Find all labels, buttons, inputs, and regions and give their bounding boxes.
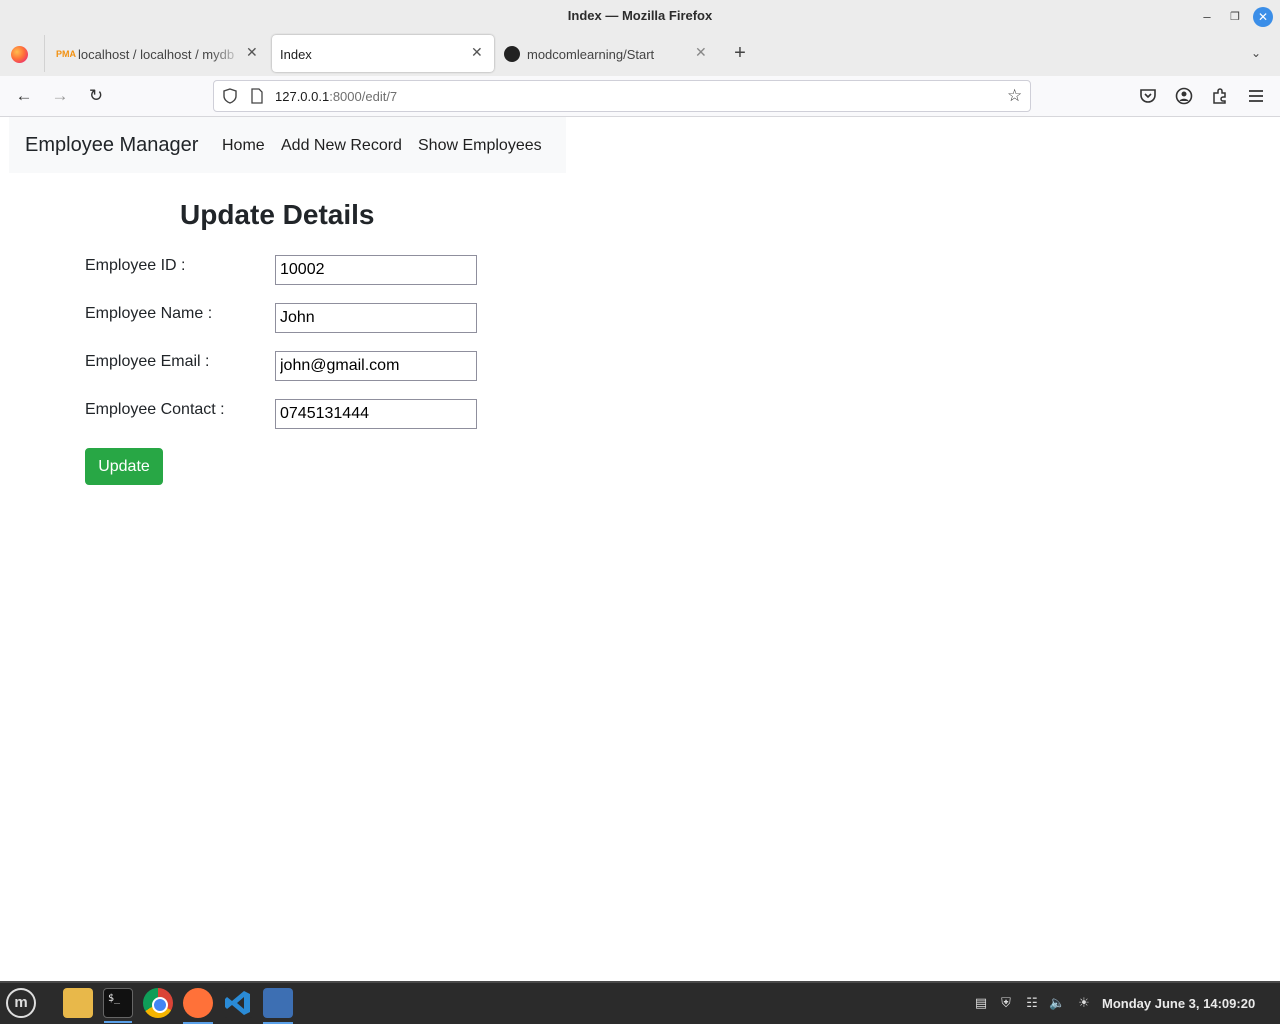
nav-link-home[interactable]: Home xyxy=(222,137,265,155)
employee-id-label: Employee ID : xyxy=(85,257,186,274)
new-tab-button[interactable]: + xyxy=(731,43,749,63)
clipboard-icon[interactable]: ▤ xyxy=(973,995,989,1011)
back-icon[interactable]: ← xyxy=(13,85,35,107)
screenshot-icon[interactable] xyxy=(263,988,293,1024)
employee-name-label: Employee Name : xyxy=(85,305,213,322)
tab-close-icon[interactable]: ✕ xyxy=(471,44,483,61)
tab-label: localhost / localhost / mydb xyxy=(78,47,235,62)
maximize-icon[interactable]: ❐ xyxy=(1225,7,1245,27)
tab-label: Index xyxy=(280,47,312,62)
shield-icon[interactable] xyxy=(222,88,238,104)
url-text[interactable]: 127.0.0.1:8000/edit/7 xyxy=(275,89,397,104)
tab-close-icon[interactable]: ✕ xyxy=(246,44,258,61)
close-window-icon[interactable]: ✕ xyxy=(1253,7,1273,27)
window-title: Index — Mozilla Firefox xyxy=(567,8,713,23)
pocket-icon[interactable] xyxy=(1138,86,1158,106)
update-button[interactable]: Update xyxy=(85,448,163,485)
employee-email-input[interactable] xyxy=(275,351,477,381)
employee-id-input[interactable] xyxy=(275,255,477,285)
navbar-brand[interactable]: Employee Manager xyxy=(25,134,198,157)
reload-icon[interactable]: ↻ xyxy=(85,85,107,107)
tab-close-icon[interactable]: ✕ xyxy=(695,44,707,61)
chrome-icon[interactable] xyxy=(143,988,173,1018)
employee-name-input[interactable] xyxy=(275,303,477,333)
brightness-icon[interactable]: ☀ xyxy=(1076,995,1092,1011)
address-bar[interactable]: 127.0.0.1:8000/edit/7 ☆ xyxy=(213,80,1031,112)
vscode-icon[interactable] xyxy=(223,988,253,1018)
window-titlebar: Index — Mozilla Firefox – ❐ ✕ xyxy=(0,0,1280,34)
clock[interactable]: Monday June 3, 14:09:20 xyxy=(1102,996,1255,1011)
mint-menu-icon[interactable]: m xyxy=(6,988,36,1018)
form-title: Update Details xyxy=(180,199,375,230)
url-path: :8000/edit/7 xyxy=(329,89,398,104)
terminal-icon[interactable]: $_ xyxy=(103,988,133,1023)
files-icon[interactable] xyxy=(63,988,93,1018)
url-host: 127.0.0.1 xyxy=(275,89,330,104)
page-viewport: Employee Manager Home Add New Record Sho… xyxy=(0,117,1280,981)
phpmyadmin-icon: PMA xyxy=(56,49,76,59)
hamburger-menu-icon[interactable] xyxy=(1246,86,1266,106)
tab-label: modcomlearning/Start xyxy=(527,47,655,62)
extensions-icon[interactable] xyxy=(1210,86,1230,106)
nav-link-show-employees[interactable]: Show Employees xyxy=(418,137,542,155)
update-shield-icon[interactable]: ⛨ xyxy=(998,995,1014,1011)
forward-icon[interactable]: → xyxy=(49,85,71,107)
browser-toolbar: ← → ↻ 127.0.0.1:8000/edit/7 ☆ xyxy=(0,76,1280,117)
account-icon[interactable] xyxy=(1174,86,1194,106)
github-icon xyxy=(504,46,520,62)
firefox-view-icon[interactable] xyxy=(11,46,28,63)
nav-link-add-new-record[interactable]: Add New Record xyxy=(281,137,402,155)
employee-contact-input[interactable] xyxy=(275,399,477,429)
tab-github[interactable]: modcomlearning/Start ✕ xyxy=(496,35,718,72)
tab-index[interactable]: Index ✕ xyxy=(272,35,494,72)
list-all-tabs-icon[interactable]: ⌄ xyxy=(1251,46,1267,60)
employee-email-label: Employee Email : xyxy=(85,353,210,370)
employee-contact-label: Employee Contact : xyxy=(85,401,225,418)
volume-icon[interactable]: 🔈 xyxy=(1049,995,1065,1011)
page-icon[interactable] xyxy=(250,88,264,104)
app-navbar: Employee Manager Home Add New Record Sho… xyxy=(9,117,566,173)
star-icon[interactable]: ☆ xyxy=(1007,86,1022,106)
tab-strip: PMA localhost / localhost / mydb ✕ Index… xyxy=(0,34,1280,76)
network-icon[interactable]: ☷ xyxy=(1024,995,1040,1011)
firefox-taskbar-icon[interactable] xyxy=(183,988,213,1024)
taskbar: m $_ ▤ ⛨ ☷ 🔈 ☀ Monday June 3, 14:09:20 xyxy=(0,981,1280,1024)
tab-phpmyadmin[interactable]: PMA localhost / localhost / mydb ✕ xyxy=(44,35,266,72)
minimize-icon[interactable]: – xyxy=(1197,7,1217,27)
